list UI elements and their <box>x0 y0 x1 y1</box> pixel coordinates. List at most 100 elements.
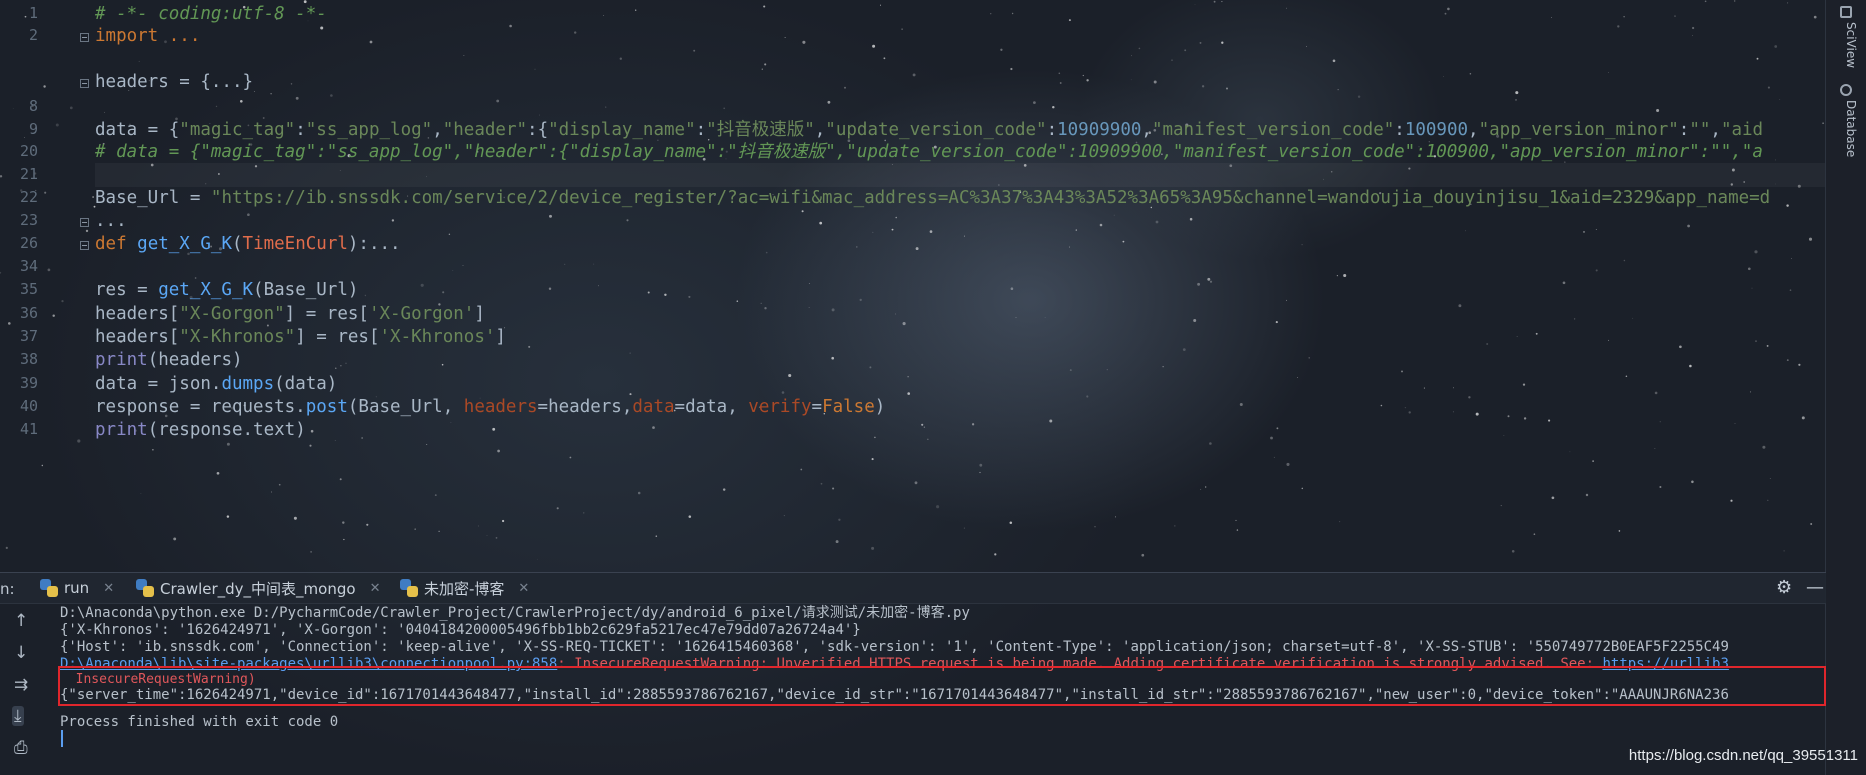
code-token: print <box>95 350 148 370</box>
fold-toggle-icon[interactable] <box>80 79 89 88</box>
database-icon[interactable] <box>1840 84 1852 96</box>
code-token: (response.text) <box>147 420 306 440</box>
code-token: # data = {"magic_tag":"ss_app_log","head… <box>95 142 1763 162</box>
line-number: 1 <box>28 4 38 22</box>
code-token: get_X_G_K <box>137 234 232 254</box>
code-line[interactable]: # data = {"magic_tag":"ss_app_log","head… <box>95 140 1763 164</box>
code-area[interactable]: # -*- coding:utf-8 -*- import ... headers … <box>95 0 1825 540</box>
code-token: "display_name" <box>548 120 696 140</box>
star-dot <box>310 551 312 553</box>
code-token: "X-Khronos" <box>179 327 296 347</box>
star-dot <box>994 553 997 556</box>
line-number: 20 <box>19 142 38 160</box>
console-response-line: {"server_time":1626424971,"device_id":16… <box>60 687 1729 703</box>
code-token: : <box>1046 120 1058 140</box>
arrow-down-icon[interactable]: ↓ <box>14 643 28 663</box>
close-tab-icon[interactable]: ✕ <box>370 581 381 596</box>
code-token: headers <box>463 397 538 417</box>
close-tab-icon[interactable]: ✕ <box>518 581 529 596</box>
code-line[interactable]: headers["X-Gorgon"] = res['X-Gorgon'] <box>95 302 485 326</box>
python-icon <box>40 579 58 597</box>
code-line[interactable]: headers["X-Khronos"] = res['X-Khronos'] <box>95 325 506 349</box>
code-token: , <box>432 120 443 140</box>
code-token: ] <box>495 327 506 347</box>
code-line[interactable]: data = json.dumps(data) <box>95 372 337 396</box>
code-token: verify <box>748 397 812 417</box>
console-warning-line: D:\Anaconda\lib\site-packages\urllib3\co… <box>60 656 1729 673</box>
code-token: (Base_Url) <box>253 280 359 300</box>
code-token: , <box>1710 120 1721 140</box>
sciview-icon[interactable] <box>1840 6 1852 18</box>
sciview-tab[interactable]: SciView <box>1844 22 1858 68</box>
line-number: 22 <box>19 188 38 206</box>
star-dot <box>1141 553 1145 557</box>
code-line[interactable]: Base_Url = "https://ib.snssdk.com/servic… <box>95 186 1770 210</box>
run-tool-window-header: n: run ✕ Crawler_dy_中间表_mongo ✕ 未加密-博客 ✕… <box>0 572 1826 604</box>
code-editor[interactable]: 1 2 8 9 20 21 22 23 26 34 35 36 37 38 39 40 41 # -*- cod… <box>0 0 1826 540</box>
console-output[interactable]: D:\Anaconda\python.exe D:/PycharmCode/Cr… <box>60 603 1826 775</box>
code-token: headers = {...} <box>95 72 254 92</box>
run-label: n: <box>0 580 15 598</box>
tab-label: 未加密-博客 <box>424 579 505 598</box>
code-token: , <box>1468 120 1479 140</box>
code-token: ] = res[ <box>284 304 369 324</box>
code-line[interactable]: print(headers) <box>95 348 243 372</box>
code-token: response = requests. <box>95 397 306 417</box>
run-toolbar: ↑ ↓ ⇉ ⤓ ⎙ <box>0 603 40 775</box>
code-token: ) <box>874 397 886 417</box>
line-number: 36 <box>19 304 38 322</box>
code-token: 'X-Gorgon' <box>368 304 475 324</box>
python-icon <box>136 579 154 597</box>
console-warning-continuation: InsecureRequestWarning) <box>60 672 256 687</box>
star-dot <box>835 540 839 544</box>
code-token: res = <box>95 280 159 300</box>
code-line[interactable]: # -*- coding:utf-8 -*- <box>95 2 327 26</box>
run-tab-run[interactable]: run ✕ <box>40 573 114 603</box>
code-line[interactable]: print(response.text) <box>95 418 306 442</box>
soft-wrap-icon[interactable]: ⇉ <box>14 675 28 695</box>
urllib3-docs-link[interactable]: https://urllib3 <box>1602 656 1728 672</box>
minimize-icon[interactable]: — <box>1806 577 1824 598</box>
settings-gear-icon[interactable]: ⚙ <box>1776 577 1792 598</box>
database-tab[interactable]: Database <box>1844 100 1858 157</box>
code-token: : <box>295 120 306 140</box>
fold-toggle-icon[interactable] <box>80 33 89 42</box>
watermark-text: https://blog.csdn.net/qq_39551311 <box>1628 747 1858 764</box>
print-icon[interactable]: ⎙ <box>14 738 28 758</box>
run-tab-unencrypted-blog[interactable]: 未加密-博客 ✕ <box>400 573 529 603</box>
code-token: "ss_app_log" <box>305 120 433 140</box>
right-tool-strip: SciView Database <box>1825 0 1866 775</box>
code-token: "https://ib.snssdk.com/service/2/device_… <box>210 188 1771 208</box>
warning-file-link[interactable]: D:\Anaconda\lib\site-packages\urllib3\co… <box>60 656 557 672</box>
code-line[interactable]: def get_X_G_K(TimeEnCurl):... <box>95 232 401 256</box>
line-number: 41 <box>19 420 38 438</box>
arrow-up-icon[interactable]: ↑ <box>14 611 28 631</box>
code-token: : <box>1394 120 1405 140</box>
code-line[interactable] <box>95 163 1825 187</box>
code-token: (Base_Url, <box>347 397 464 417</box>
code-line[interactable]: headers = {...} <box>95 70 253 94</box>
code-token: ] = res[ <box>295 327 380 347</box>
code-token: :{ <box>527 120 549 140</box>
code-line[interactable]: res = get_X_G_K(Base_Url) <box>95 278 358 302</box>
code-token: , <box>814 120 826 140</box>
code-token: =data, <box>674 397 749 417</box>
code-line[interactable]: ... <box>95 209 127 233</box>
code-line[interactable]: response = requests.post(Base_Url, heade… <box>95 395 885 419</box>
code-token: (headers) <box>147 350 243 370</box>
code-token: data <box>632 397 675 417</box>
code-token: data = json. <box>95 374 222 394</box>
code-token: =headers, <box>537 397 633 417</box>
close-tab-icon[interactable]: ✕ <box>103 581 114 596</box>
star-dot <box>5 546 8 550</box>
line-number: 2 <box>28 26 38 44</box>
code-line[interactable]: data = {"magic_tag":"ss_app_log","header… <box>95 118 1763 142</box>
code-line[interactable]: import ... <box>95 24 200 48</box>
fold-toggle-icon[interactable] <box>80 241 89 250</box>
scroll-to-end-icon[interactable]: ⤓ <box>12 706 24 726</box>
code-token: headers[ <box>95 327 180 347</box>
code-token: ):... <box>347 234 401 254</box>
code-token: : <box>1678 120 1690 140</box>
run-tab-crawler-dy[interactable]: Crawler_dy_中间表_mongo ✕ <box>136 573 380 603</box>
fold-toggle-icon[interactable] <box>80 218 89 227</box>
